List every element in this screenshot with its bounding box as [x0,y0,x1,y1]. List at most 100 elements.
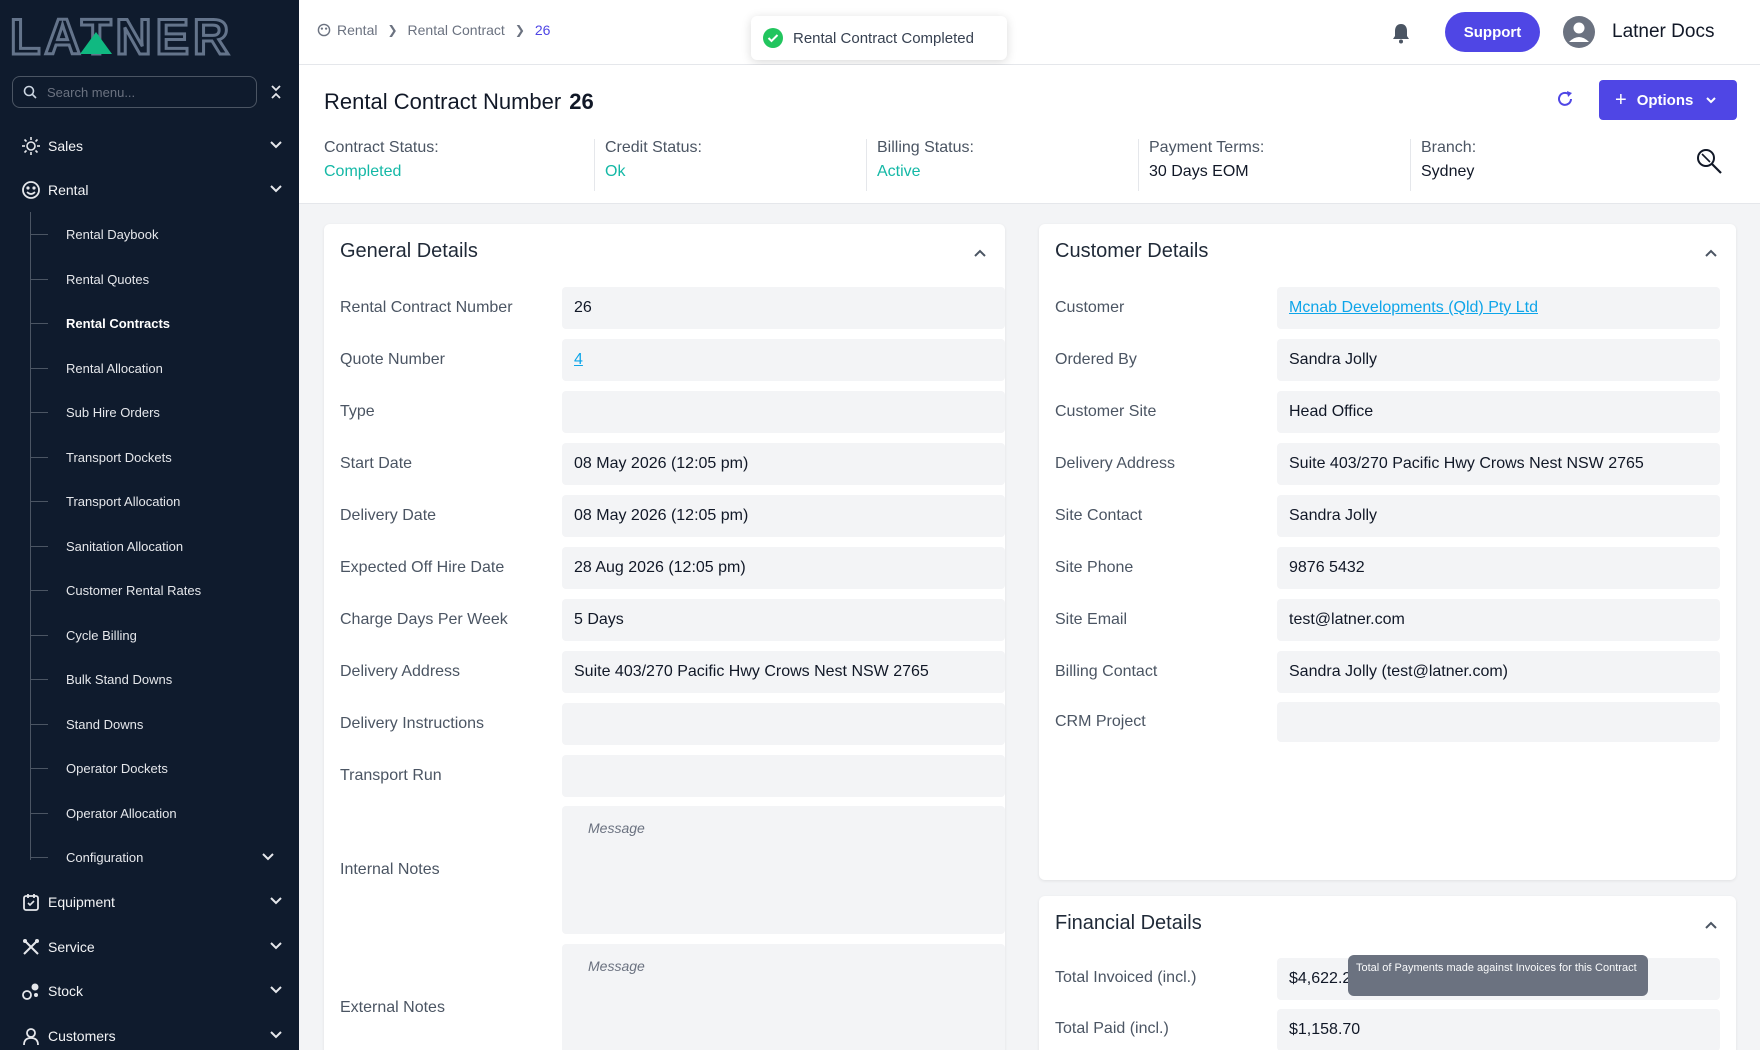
field-label: Rental Contract Number [340,299,513,316]
refresh-icon[interactable] [1555,89,1575,109]
nav-customers[interactable]: Customers [0,1014,299,1050]
nav-customers-label: Customers [48,1028,116,1044]
options-button[interactable]: + Options [1599,80,1737,120]
stock-icon [20,980,42,1002]
service-icon [20,936,42,958]
field-label: Delivery Address [1055,455,1176,472]
top-bar: Rental ❯ Rental Contract ❯ 26 Rental Con… [299,0,1760,65]
customer-field[interactable]: Mcnab Developments (Qld) Pty Ltd [1277,287,1720,329]
ordered-by-field[interactable]: Sandra Jolly [1277,339,1720,381]
nav-rental[interactable]: Rental [0,168,299,212]
total-paid-field[interactable]: $1,158.70 [1277,1009,1720,1050]
collapse-sidebar-icon[interactable] [268,82,284,102]
bell-icon[interactable] [1391,22,1411,44]
nav-sales[interactable]: Sales [0,124,299,168]
internal-notes-input[interactable] [562,806,1005,934]
customer-delivery-address-field[interactable]: Suite 403/270 Pacific Hwy Crows Nest NSW… [1277,443,1720,485]
sidebar-item-rental-allocation[interactable]: Rental Allocation [30,348,299,388]
customer-details-card: Customer Details Customer Mcnab Developm… [1039,224,1736,880]
contract-header: Rental Contract Number 26 + Options Contr… [299,65,1760,204]
chevron-up-icon[interactable] [1704,246,1718,260]
success-toast: Rental Contract Completed [751,16,1007,60]
sidebar-item-operator-dockets[interactable]: Operator Dockets [30,748,299,788]
field-label: Quote Number [340,351,445,368]
nav-service[interactable]: Service [0,925,299,969]
customer-details-title: Customer Details [1055,240,1209,262]
financial-details-title: Financial Details [1055,912,1202,934]
sidebar-item-customer-rental-rates[interactable]: Customer Rental Rates [30,570,299,610]
search-input[interactable] [47,84,237,100]
field-label: Transport Run [340,767,442,784]
rental-contract-number-field[interactable]: 26 [562,287,1005,329]
external-notes[interactable] [562,944,1005,1050]
start-date-field[interactable]: 08 May 2026 (12:05 pm) [562,443,1005,485]
transport-run-field[interactable] [562,755,1005,797]
chevron-up-icon[interactable] [1704,918,1718,932]
sidebar-item-stand-downs[interactable]: Stand Downs [30,704,299,744]
chevron-down-icon [270,185,282,193]
breadcrumb-current: 26 [534,22,551,38]
site-contact-field[interactable]: Sandra Jolly [1277,495,1720,537]
site-phone-field[interactable]: 9876 5432 [1277,547,1720,589]
sidebar-item-operator-allocation[interactable]: Operator Allocation [30,793,299,833]
sidebar-item-sanitation-allocation[interactable]: Sanitation Allocation [30,526,299,566]
chevron-down-icon [270,986,282,994]
type-field[interactable] [562,391,1005,433]
nav-stock-label: Stock [48,983,84,999]
field-label: CRM Project [1055,713,1146,730]
sidebar-item-rental-daybook[interactable]: Rental Daybook [30,214,299,254]
quote-number-field[interactable]: 4 [562,339,1005,381]
billing-status-value: Active [877,163,921,180]
sidebar-item-rental-quotes[interactable]: Rental Quotes [30,259,299,299]
nav-stock[interactable]: Stock [0,969,299,1013]
customer-site-field[interactable]: Head Office [1277,391,1720,433]
delivery-date-field[interactable]: 08 May 2026 (12:05 pm) [562,495,1005,537]
customer-link[interactable]: Mcnab Developments (Qld) Pty Ltd [1289,299,1538,317]
general-details-title: General Details [340,240,478,262]
zoom-icon[interactable] [1695,147,1723,175]
external-notes-input[interactable] [562,944,1005,1050]
field-label: Delivery Instructions [340,715,485,732]
user-name[interactable]: Latner Docs [1612,21,1714,43]
sidebar-item-sub-hire-orders[interactable]: Sub Hire Orders [30,392,299,432]
general-details-card: General Details Rental Contract Number 2… [324,224,1005,1050]
sidebar-item-rental-contracts[interactable]: Rental Contracts [30,303,299,343]
chevron-up-icon[interactable] [973,246,987,260]
rental-icon [317,23,331,37]
support-button[interactable]: Support [1445,12,1540,52]
sales-icon [20,135,42,157]
sidebar-item-configuration[interactable]: Configuration [30,837,299,877]
quote-number-link[interactable]: 4 [574,351,583,369]
delivery-address-field[interactable]: Suite 403/270 Pacific Hwy Crows Nest NSW… [562,651,1005,693]
sidebar-item-transport-allocation[interactable]: Transport Allocation [30,481,299,521]
search-menu[interactable] [12,76,257,108]
site-email-field[interactable]: test@latner.com [1277,599,1720,641]
chevron-down-icon [270,141,282,149]
chevron-down-icon [270,942,282,950]
external-notes-label: External Notes [340,999,445,1016]
internal-notes-label: Internal Notes [340,861,440,878]
field-label: Type [340,403,375,420]
charge-days-field[interactable]: 5 Days [562,599,1005,641]
sidebar-item-transport-dockets[interactable]: Transport Dockets [30,437,299,477]
billing-contact-field[interactable]: Sandra Jolly (test@latner.com) [1277,651,1720,693]
internal-notes[interactable] [562,806,1005,934]
field-label: Start Date [340,455,413,472]
sidebar-item-cycle-billing[interactable]: Cycle Billing [30,615,299,655]
expected-off-hire-date-field[interactable]: 28 Aug 2026 (12:05 pm) [562,547,1005,589]
customers-icon [20,1025,42,1047]
chevron-right-icon: ❯ [387,23,398,37]
nav-equipment[interactable]: Equipment [0,880,299,924]
chevron-down-icon [270,897,282,905]
sidebar-item-bulk-stand-downs[interactable]: Bulk Stand Downs [30,659,299,699]
branch-value: Sydney [1421,163,1475,180]
page-title: Rental Contract Number 26 [324,89,594,114]
breadcrumb-rental[interactable]: Rental [337,22,377,38]
crm-project-field[interactable] [1277,702,1720,742]
breadcrumb-rental-contract[interactable]: Rental Contract [408,22,505,38]
user-avatar-icon[interactable] [1563,16,1595,48]
credit-status-value: Ok [605,163,626,180]
credit-status: Credit Status: Ok [594,139,866,191]
branch: Branch: Sydney [1410,139,1610,191]
delivery-instructions-field[interactable] [562,703,1005,745]
